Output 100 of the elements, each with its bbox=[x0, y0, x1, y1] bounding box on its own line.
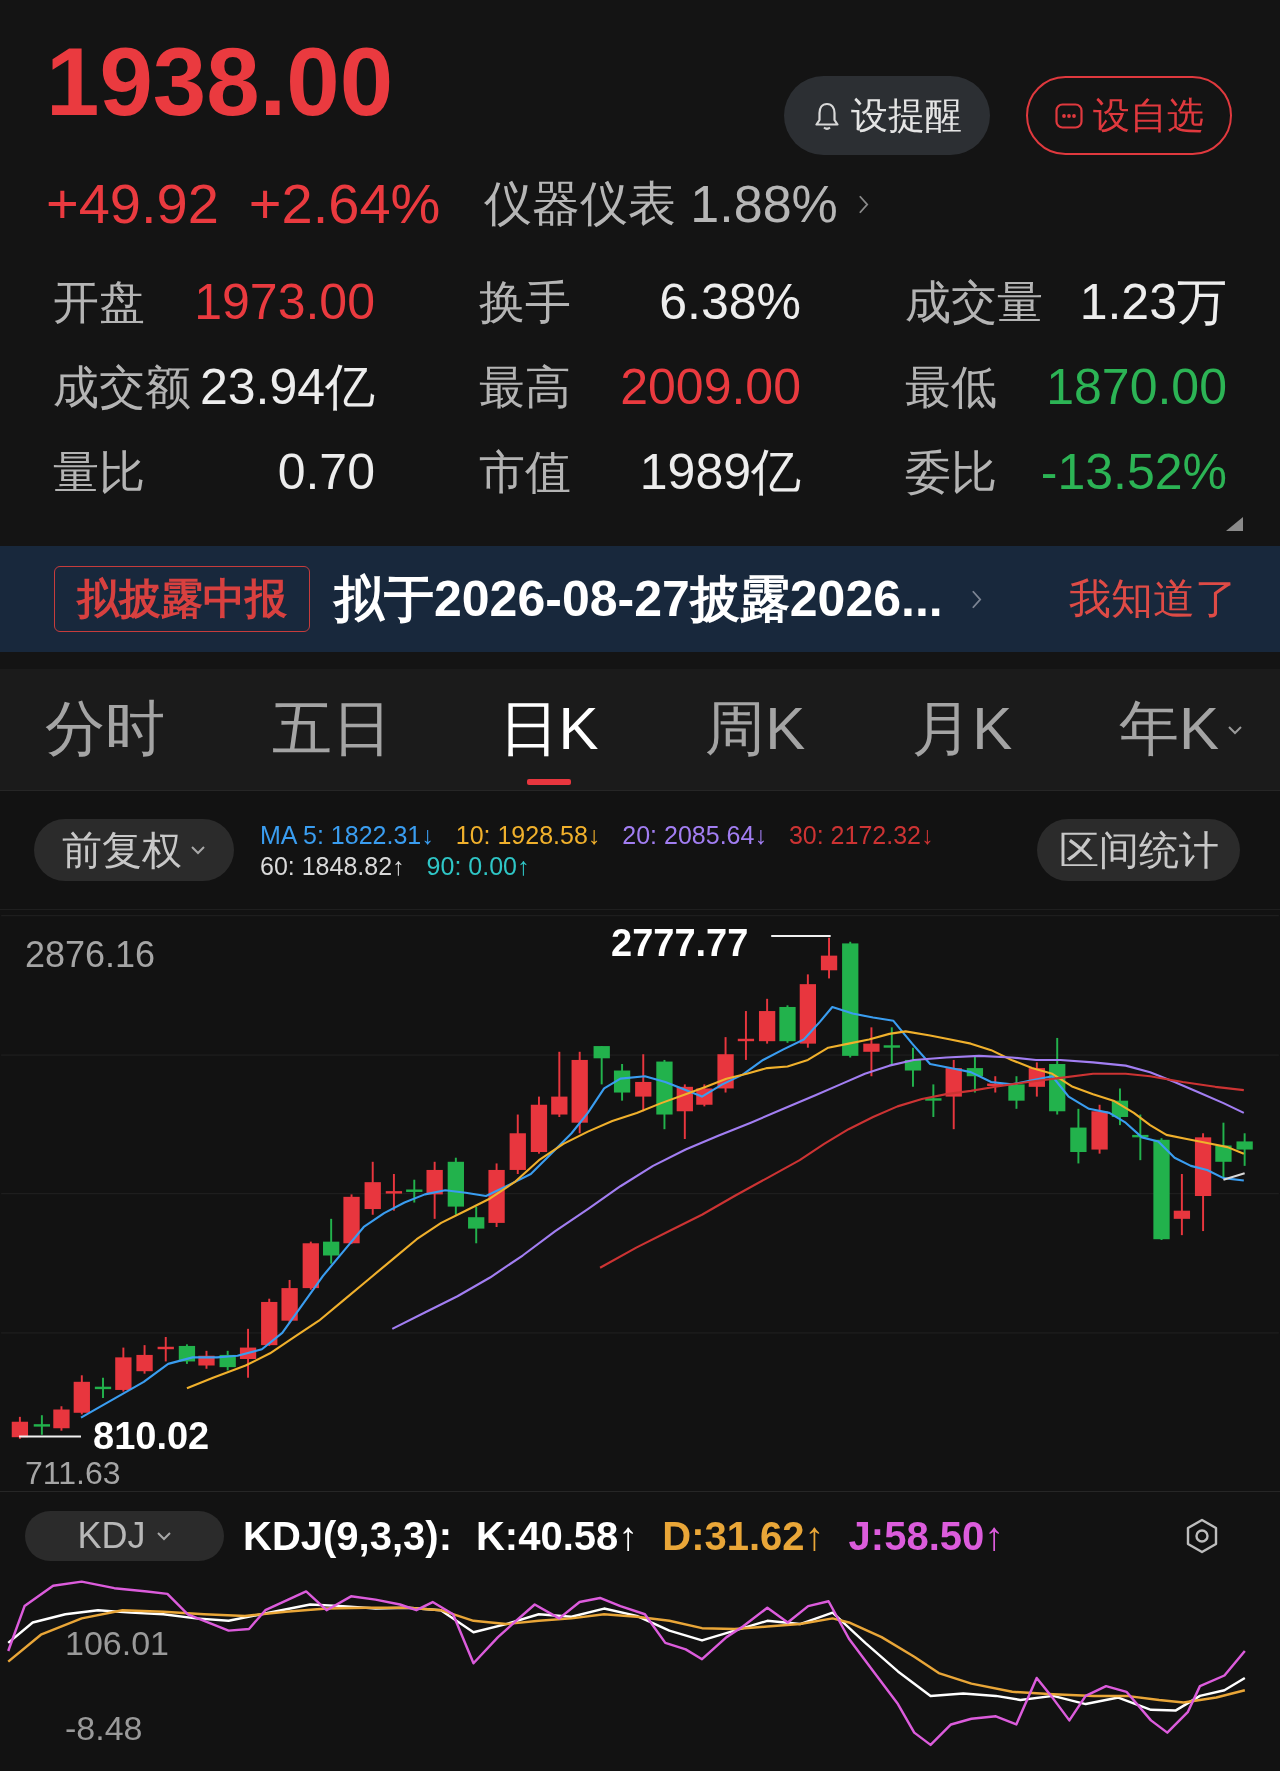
corner-triangle-icon[interactable] bbox=[1226, 517, 1243, 531]
candlestick bbox=[1132, 1113, 1149, 1162]
adjustment-dropdown[interactable]: 前复权 bbox=[34, 819, 234, 881]
candlestick bbox=[1028, 1061, 1045, 1098]
stat-value: 0.70 bbox=[277, 445, 375, 500]
stat-label: 成交额 bbox=[53, 362, 191, 413]
candlestick bbox=[551, 1050, 568, 1118]
bell-icon bbox=[812, 100, 841, 131]
candlestick bbox=[1215, 1121, 1232, 1180]
high-price-label: 2777.77 bbox=[611, 924, 749, 962]
stat-label: 市值 bbox=[479, 447, 571, 498]
stat-label: 开盘 bbox=[53, 277, 145, 328]
low-price-label: 810.02 bbox=[93, 1417, 210, 1455]
period-tab[interactable]: 日K bbox=[498, 669, 599, 790]
price-change-percent: +2.64% bbox=[248, 176, 441, 232]
range-stats-button[interactable]: 区间统计 bbox=[1037, 819, 1240, 881]
candlestick bbox=[33, 1414, 51, 1436]
candlestick bbox=[966, 1054, 984, 1094]
candlestick bbox=[676, 1083, 693, 1140]
candlestick bbox=[157, 1336, 174, 1363]
stat-value: 23.94亿 bbox=[199, 360, 375, 415]
candlestick bbox=[73, 1374, 90, 1416]
axis-min-label: 711.63 bbox=[25, 1457, 121, 1489]
candlestick bbox=[1070, 1107, 1087, 1165]
indicator-value: D:31.62↑ bbox=[662, 1513, 825, 1559]
candlestick bbox=[219, 1349, 236, 1372]
candlestick bbox=[343, 1193, 360, 1246]
candlestick bbox=[488, 1162, 505, 1228]
candlestick bbox=[323, 1217, 340, 1265]
moving-average-value: 60: 1848.82↑ bbox=[260, 851, 405, 880]
leader-line bbox=[18, 1435, 82, 1438]
candlestick bbox=[758, 997, 776, 1045]
candlestick bbox=[717, 1036, 734, 1094]
stat-value: 1.23万 bbox=[1079, 275, 1227, 330]
candlestick bbox=[426, 1160, 443, 1220]
indicator-dropdown[interactable]: KDJ bbox=[25, 1511, 224, 1561]
candlestick bbox=[178, 1343, 196, 1365]
candlestick bbox=[115, 1346, 132, 1393]
period-tab[interactable]: 五日 bbox=[271, 669, 392, 790]
stat-value: 1973.00 bbox=[194, 275, 375, 330]
candlestick bbox=[1091, 1103, 1108, 1155]
moving-average-value: MA 5: 1822.31↓ bbox=[260, 820, 434, 849]
notice-tag: 拟披露中报 bbox=[54, 566, 310, 632]
candlestick bbox=[53, 1405, 70, 1432]
sector-name: 仪器仪表 bbox=[484, 180, 677, 228]
candlestick bbox=[468, 1205, 485, 1245]
stat-label: 换手 bbox=[479, 277, 571, 328]
period-tab[interactable]: 月K bbox=[912, 669, 1013, 790]
candlestick bbox=[904, 1046, 922, 1088]
candlestick bbox=[1173, 1173, 1191, 1237]
moving-average-value: 10: 1928.58↓ bbox=[455, 820, 601, 849]
candlestick bbox=[385, 1173, 403, 1212]
candlestick bbox=[613, 1063, 631, 1102]
period-tab[interactable]: 年K bbox=[1118, 669, 1243, 790]
candlestick bbox=[883, 1026, 900, 1065]
axis-min-label: -8.48 bbox=[65, 1711, 143, 1745]
stat-value: 1989亿 bbox=[639, 445, 801, 500]
moving-average-value: 30: 2172.32↓ bbox=[788, 820, 934, 849]
candlestick bbox=[1008, 1075, 1025, 1110]
moving-average-value: 20: 2085.64↓ bbox=[622, 820, 767, 849]
candlestick bbox=[779, 1004, 796, 1044]
leader-line bbox=[770, 935, 832, 938]
axis-max-label: 106.01 bbox=[65, 1626, 169, 1660]
indicator-params: KDJ(9,3,3): bbox=[243, 1513, 452, 1559]
period-tab[interactable]: 分时 bbox=[45, 669, 165, 790]
stat-label: 最低 bbox=[905, 362, 997, 413]
stat-value: 2009.00 bbox=[620, 360, 801, 415]
candlestick bbox=[820, 936, 838, 980]
action-button[interactable]: 设自选 bbox=[1026, 76, 1232, 155]
dismiss-link[interactable]: 我知道了 bbox=[1069, 571, 1237, 627]
candlestick bbox=[198, 1349, 215, 1370]
notice-text[interactable]: 拟于2026-08-27披露2026... bbox=[334, 565, 943, 633]
candlestick bbox=[509, 1113, 526, 1175]
price-change: +49.92 bbox=[46, 176, 219, 232]
action-button[interactable]: 设提醒 bbox=[784, 76, 990, 155]
candlestick bbox=[530, 1095, 548, 1155]
indicator-value: K:40.58↑ bbox=[475, 1513, 639, 1559]
caret-down-icon bbox=[190, 845, 206, 855]
chevron-right-icon bbox=[970, 588, 982, 610]
candlestick bbox=[239, 1327, 257, 1379]
last-price: 1938.00 bbox=[46, 34, 393, 130]
candlestick bbox=[364, 1160, 381, 1216]
candlestick bbox=[593, 1045, 610, 1086]
period-tab[interactable]: 周K bbox=[705, 669, 806, 790]
candlestick bbox=[696, 1083, 713, 1108]
sector-change: 1.88% bbox=[690, 178, 838, 230]
candlestick bbox=[987, 1075, 1004, 1094]
candlestick bbox=[94, 1376, 112, 1400]
dots-square-icon bbox=[1054, 102, 1083, 129]
axis-max-label: 2876.16 bbox=[25, 937, 156, 973]
settings-icon[interactable] bbox=[1184, 1518, 1220, 1554]
stat-label: 委比 bbox=[905, 447, 997, 498]
stat-label: 成交量 bbox=[905, 277, 1043, 328]
candlestick bbox=[447, 1156, 464, 1216]
candlestick bbox=[925, 1083, 942, 1118]
candlestick bbox=[11, 1415, 29, 1440]
moving-average-value: 90: 0.00↑ bbox=[426, 851, 530, 880]
stat-label: 量比 bbox=[53, 447, 145, 498]
candlestick bbox=[406, 1178, 423, 1204]
indicator-value: J:58.50↑ bbox=[848, 1513, 1005, 1559]
